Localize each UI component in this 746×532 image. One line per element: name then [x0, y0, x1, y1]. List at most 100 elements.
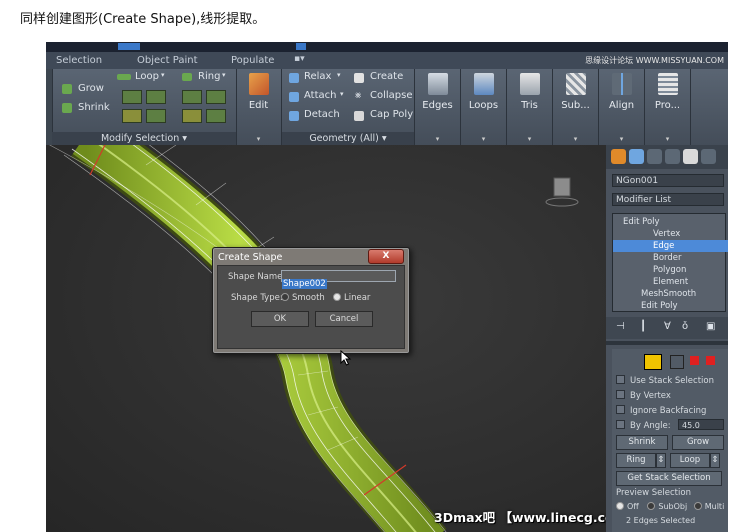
preview-multi-radio[interactable]	[693, 502, 702, 510]
element-mode-icon[interactable]	[706, 356, 715, 365]
loop-shrink-icon[interactable]	[146, 90, 166, 104]
linear-radio[interactable]	[333, 293, 341, 301]
edit-button[interactable]: Edit ▾	[236, 69, 282, 145]
configure-sets-icon[interactable]: ▣	[706, 321, 715, 332]
tab-selection[interactable]: Selection	[56, 55, 102, 66]
loops-button[interactable]: Loops ▾	[461, 69, 507, 145]
stack-item-edit-poly-lower[interactable]: Edit Poly	[613, 300, 728, 312]
ring-option-icon[interactable]	[206, 109, 226, 123]
loop-dropdown-icon[interactable]: ▾	[161, 71, 165, 79]
shape-name-input[interactable]: Shape002	[281, 270, 396, 289]
preview-subobj-radio[interactable]	[647, 502, 656, 510]
ok-button[interactable]: OK	[251, 311, 309, 327]
align-button[interactable]: Align ▾	[599, 69, 645, 145]
make-unique-icon[interactable]: ∀	[664, 321, 671, 332]
utilities-tab-icon[interactable]	[701, 149, 716, 164]
object-name-field[interactable]: NGon001	[612, 174, 724, 187]
geometry-title[interactable]: Geometry (All) ▾	[282, 132, 414, 145]
loop-selection-button[interactable]: Loop	[670, 453, 710, 468]
stack-item-element[interactable]: Element	[613, 276, 728, 288]
grow-selection-button[interactable]: Grow	[672, 435, 724, 450]
ring-selection-button[interactable]: Ring	[616, 453, 656, 468]
properties-button[interactable]: Pro... ▾	[645, 69, 691, 145]
subdivision-dropdown-icon[interactable]: ▾	[553, 135, 598, 143]
ring-grow-icon[interactable]	[182, 90, 202, 104]
tris-dropdown-icon[interactable]: ▾	[507, 135, 552, 143]
stack-item-meshsmooth[interactable]: MeshSmooth	[613, 288, 728, 300]
ignore-backfacing-row[interactable]: Ignore Backfacing	[616, 405, 706, 416]
smooth-option[interactable]: Smooth	[281, 293, 325, 303]
ribbon-options-icon[interactable]: ▪▾	[294, 54, 305, 64]
polygon-mode-icon[interactable]	[690, 356, 699, 365]
align-dropdown-icon[interactable]: ▾	[599, 135, 644, 143]
smooth-radio[interactable]	[281, 293, 289, 301]
get-stack-selection-button[interactable]: Get Stack Selection	[616, 471, 722, 486]
ring-spinner-icon[interactable]: ⇕	[656, 453, 666, 468]
tab-object-paint[interactable]: Object Paint	[137, 55, 198, 66]
edit-dropdown-icon[interactable]: ▾	[236, 135, 281, 143]
ring-dropdown-icon[interactable]: ▾	[222, 71, 226, 79]
collapse-button[interactable]: Collapse	[370, 90, 413, 101]
stack-item-polygon[interactable]: Polygon	[613, 264, 728, 276]
vertex-mode-icon[interactable]	[644, 354, 662, 370]
modify-tab-icon[interactable]	[629, 149, 644, 164]
pin-stack-icon[interactable]: ⊣	[616, 321, 625, 332]
shrink-selection-button[interactable]: Shrink	[616, 435, 668, 450]
loop-button[interactable]: Loop	[135, 71, 159, 82]
modifier-list-dropdown[interactable]: Modifier List	[612, 193, 724, 206]
create-icon	[354, 73, 364, 83]
linear-option[interactable]: Linear	[333, 293, 370, 303]
use-stack-selection-row[interactable]: Use Stack Selection	[616, 375, 714, 386]
relax-dropdown-icon[interactable]: ▾	[337, 71, 341, 79]
ring-button[interactable]: Ring	[198, 71, 220, 82]
edges-button[interactable]: Edges ▾	[415, 69, 461, 145]
preview-selection-options: Off SubObj Multi	[616, 502, 724, 511]
tris-icon	[520, 73, 540, 95]
loop-grow-icon[interactable]	[122, 90, 142, 104]
angle-spinner[interactable]: 45.0	[678, 419, 724, 430]
dialog-close-button[interactable]: X	[368, 249, 404, 264]
by-vertex-checkbox[interactable]	[616, 390, 625, 399]
ring-mode-icon[interactable]	[182, 109, 202, 123]
create-button[interactable]: Create	[370, 71, 403, 82]
stack-item-edit-poly[interactable]: Edit Poly	[613, 216, 728, 228]
preview-off-radio[interactable]	[616, 502, 624, 510]
use-stack-selection-checkbox[interactable]	[616, 375, 625, 384]
ignore-backfacing-label: Ignore Backfacing	[630, 406, 707, 416]
relax-button[interactable]: Relax	[304, 71, 331, 82]
grow-button[interactable]: Grow	[78, 83, 104, 94]
by-angle-row[interactable]: By Angle:	[616, 420, 671, 431]
display-tab-icon[interactable]	[683, 149, 698, 164]
ring-icon	[182, 73, 192, 81]
ignore-backfacing-checkbox[interactable]	[616, 405, 625, 414]
create-tab-icon[interactable]	[611, 149, 626, 164]
stack-item-border[interactable]: Border	[613, 252, 728, 264]
toolbar-highlight	[296, 43, 306, 50]
by-vertex-row[interactable]: By Vertex	[616, 390, 671, 401]
modify-selection-title[interactable]: Modify Selection ▾	[52, 132, 236, 145]
loops-dropdown-icon[interactable]: ▾	[461, 135, 506, 143]
stack-item-vertex[interactable]: Vertex	[613, 228, 728, 240]
detach-button[interactable]: Detach	[304, 109, 340, 120]
ring-shrink-icon[interactable]	[206, 90, 226, 104]
cap-poly-button[interactable]: Cap Poly	[370, 109, 413, 120]
subdivision-button[interactable]: Sub... ▾	[553, 69, 599, 145]
loop-spinner-icon[interactable]: ⇕	[710, 453, 720, 468]
cancel-button[interactable]: Cancel	[315, 311, 373, 327]
motion-tab-icon[interactable]	[665, 149, 680, 164]
tab-populate[interactable]: Populate	[231, 55, 274, 66]
loop-option-icon[interactable]	[146, 109, 166, 123]
by-angle-checkbox[interactable]	[616, 420, 625, 429]
edges-dropdown-icon[interactable]: ▾	[415, 135, 460, 143]
hierarchy-tab-icon[interactable]	[647, 149, 662, 164]
loop-mode-icon[interactable]	[122, 109, 142, 123]
remove-modifier-icon[interactable]: ǒ	[682, 321, 688, 332]
show-end-result-icon[interactable]: ┃	[640, 321, 646, 332]
stack-item-edge[interactable]: Edge	[613, 240, 728, 252]
edge-mode-icon[interactable]	[670, 355, 684, 369]
properties-dropdown-icon[interactable]: ▾	[645, 135, 690, 143]
attach-button[interactable]: Attach	[304, 90, 336, 101]
attach-dropdown-icon[interactable]: ▾	[340, 90, 344, 98]
shrink-button[interactable]: Shrink	[78, 102, 110, 113]
tris-button[interactable]: Tris ▾	[507, 69, 553, 145]
